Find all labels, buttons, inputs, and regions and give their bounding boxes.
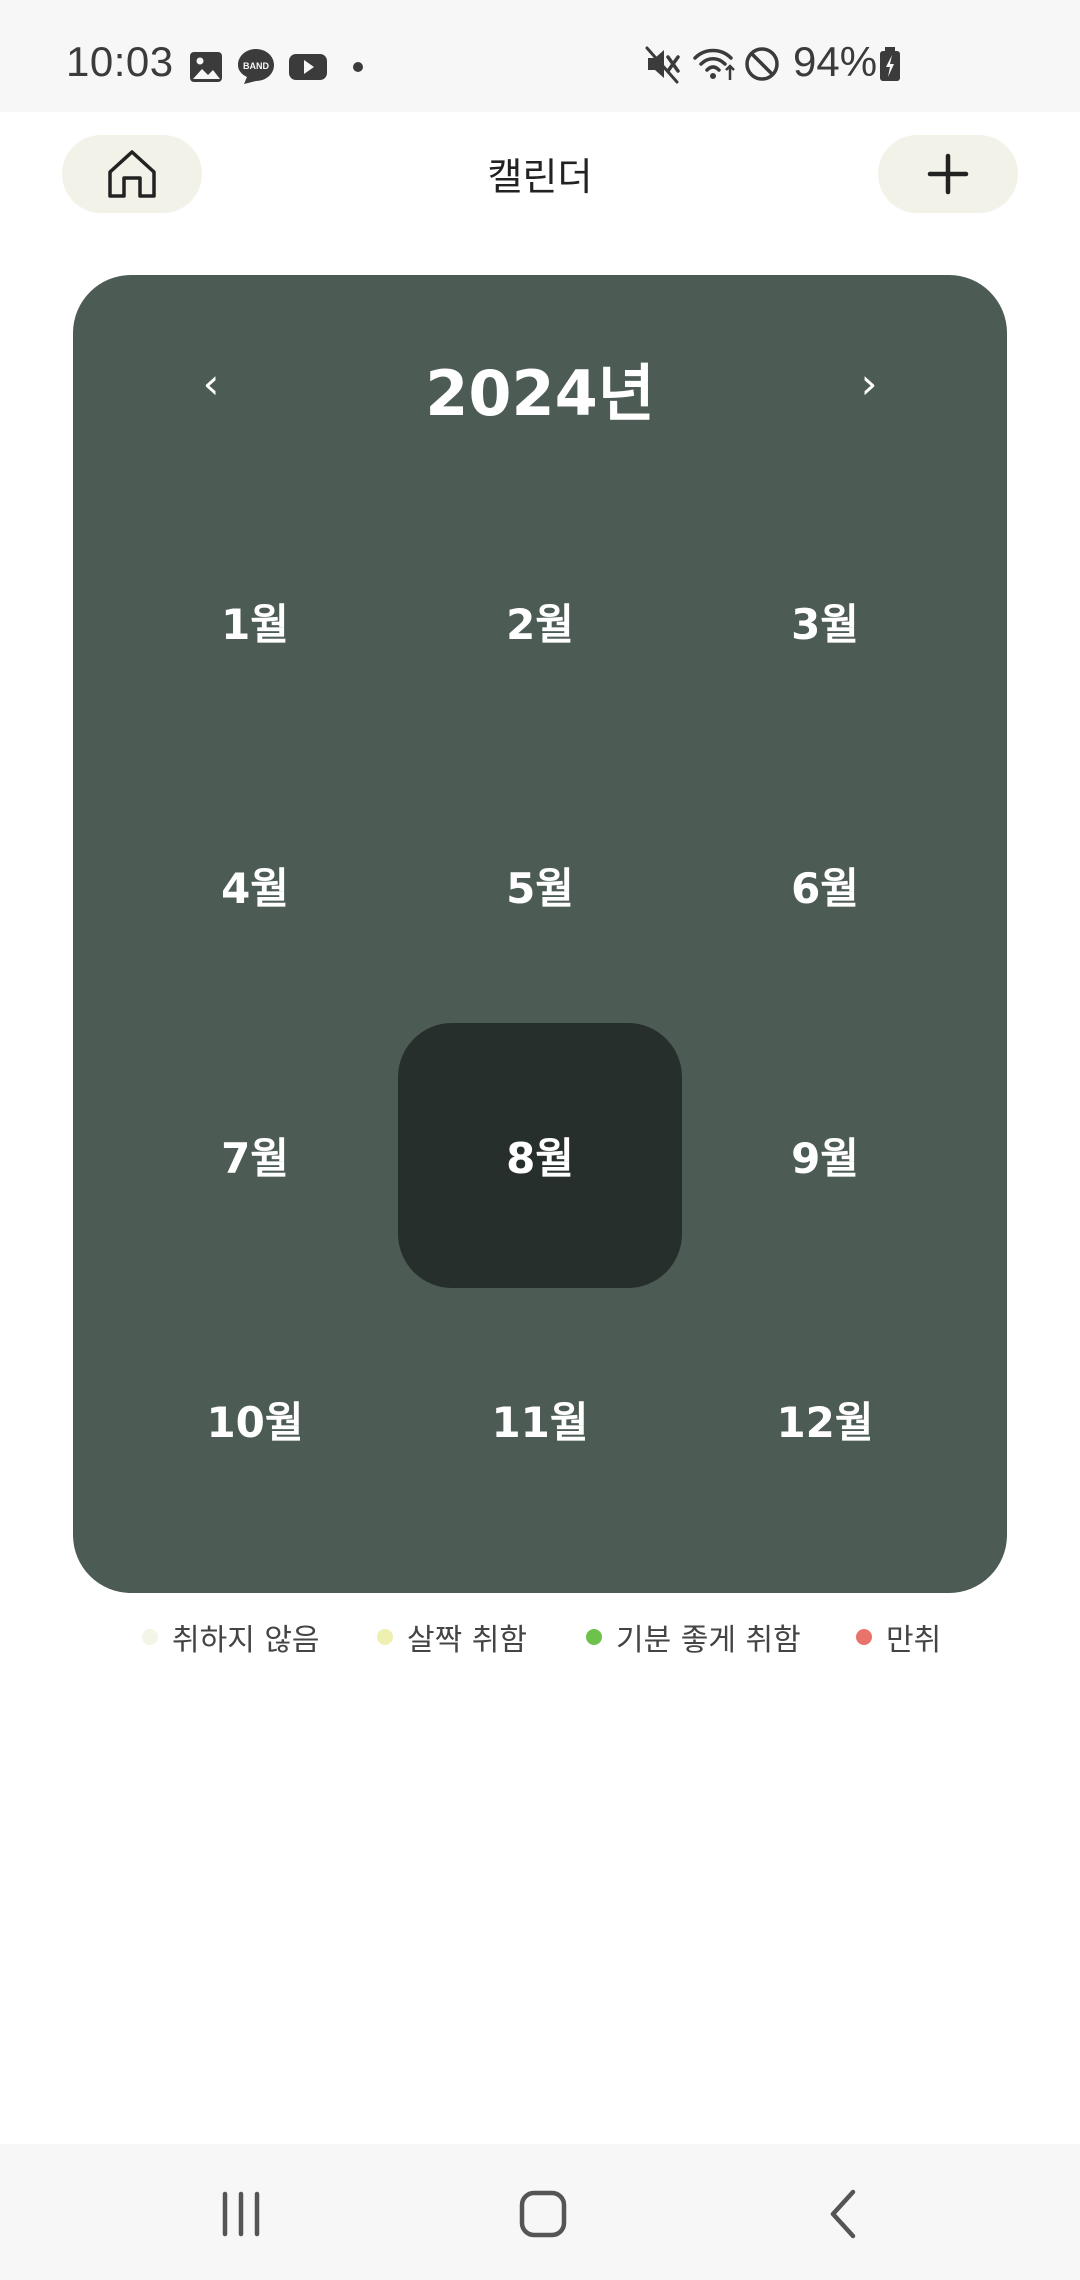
month-cell-11[interactable]: 11월 <box>398 1287 682 1552</box>
legend-dot-pleasantly-drunk <box>586 1629 602 1645</box>
home-nav-button[interactable] <box>498 2174 588 2254</box>
dot-icon <box>353 62 363 72</box>
legend-item-sober: 취하지 않음 <box>142 1612 320 1662</box>
month-cell-7[interactable]: 7월 <box>113 1023 397 1288</box>
legend-label: 살짝 취함 <box>407 1623 527 1658</box>
status-bar: 10:03 BAND 94% <box>0 0 1080 112</box>
month-cell-5[interactable]: 5월 <box>398 753 682 1018</box>
month-cell-12[interactable]: 12월 <box>683 1287 967 1552</box>
month-cell-3[interactable]: 3월 <box>683 489 967 754</box>
calendar-card: ‹ 2024년 › 1월 2월 3월 4월 5월 6월 7월 8월 9월 10월… <box>73 275 1007 1593</box>
status-time: 10:03 <box>66 38 174 85</box>
band-label: BAND <box>243 61 269 71</box>
legend-label: 기분 좋게 취함 <box>616 1623 801 1658</box>
legend-item-tipsy: 살짝 취함 <box>377 1612 527 1662</box>
recent-apps-icon <box>222 2191 260 2237</box>
next-year-button[interactable]: › <box>839 353 899 413</box>
month-cell-1[interactable]: 1월 <box>113 489 397 754</box>
legend-dot-sober <box>142 1629 158 1645</box>
page: 10:03 BAND 94% 캘린더 ‹ 2024년 › 1월 2월 3월 4월… <box>0 0 1080 2280</box>
battery-charging-icon <box>880 47 900 81</box>
legend-dot-tipsy <box>377 1629 393 1645</box>
month-cell-4[interactable]: 4월 <box>113 753 397 1018</box>
year-selector: ‹ 2024년 › <box>73 335 1007 435</box>
legend-item-wasted: 만취 <box>856 1612 941 1662</box>
wifi-icon <box>693 48 735 80</box>
gallery-icon <box>190 52 222 82</box>
legend: 취하지 않음 살짝 취함 기분 좋게 취함 만취 <box>0 1612 1080 1662</box>
system-nav-bar <box>0 2144 1080 2280</box>
do-not-disturb-icon <box>745 47 779 81</box>
band-icon: BAND <box>238 49 274 84</box>
legend-label: 만취 <box>886 1623 942 1658</box>
mute-icon <box>645 46 680 84</box>
month-cell-2[interactable]: 2월 <box>398 489 682 754</box>
battery-percent: 94% <box>793 38 878 85</box>
month-cell-10[interactable]: 10월 <box>113 1287 397 1552</box>
youtube-icon <box>289 54 327 80</box>
month-cell-6[interactable]: 6월 <box>683 753 967 1018</box>
legend-label: 취하지 않음 <box>172 1623 320 1658</box>
back-icon <box>830 2189 856 2239</box>
add-button[interactable] <box>878 135 1018 213</box>
plus-icon <box>927 153 969 195</box>
home-nav-icon <box>519 2190 567 2238</box>
back-button[interactable] <box>800 2174 890 2254</box>
legend-dot-wasted <box>856 1629 872 1645</box>
month-cell-8-selected[interactable]: 8월 <box>398 1023 682 1288</box>
month-cell-9[interactable]: 9월 <box>683 1023 967 1288</box>
legend-item-pleasantly-drunk: 기분 좋게 취함 <box>586 1612 801 1662</box>
recent-apps-button[interactable] <box>196 2174 286 2254</box>
